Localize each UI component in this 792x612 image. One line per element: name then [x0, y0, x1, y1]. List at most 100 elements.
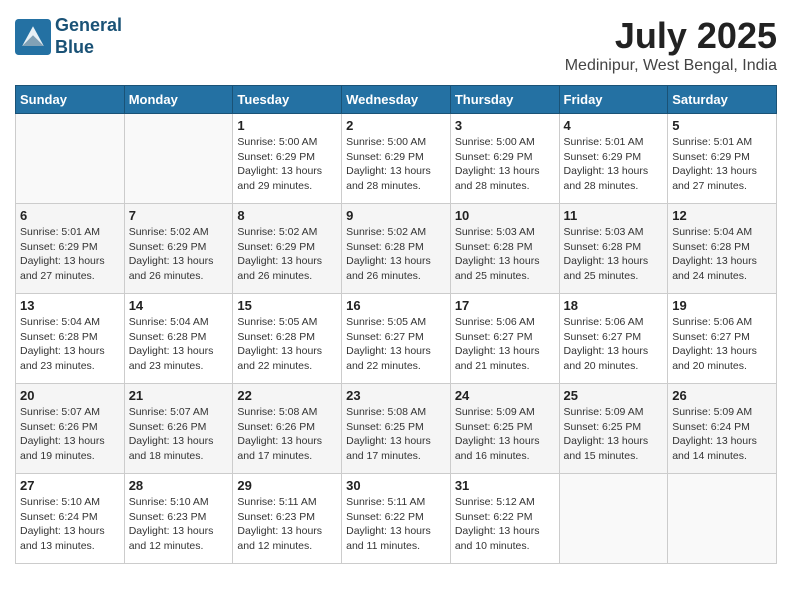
calendar-cell: 23 Sunrise: 5:08 AM Sunset: 6:25 PM Dayli…: [342, 384, 451, 474]
day-number: 10: [455, 208, 555, 223]
location: Medinipur, West Bengal, India: [565, 57, 777, 75]
day-info: Sunrise: 5:00 AM Sunset: 6:29 PM Dayligh…: [346, 135, 446, 194]
day-number: 15: [237, 298, 337, 313]
day-info: Sunrise: 5:01 AM Sunset: 6:29 PM Dayligh…: [20, 225, 120, 284]
day-info: Sunrise: 5:02 AM Sunset: 6:28 PM Dayligh…: [346, 225, 446, 284]
title-block: July 2025 Medinipur, West Bengal, India: [565, 15, 777, 75]
day-info: Sunrise: 5:02 AM Sunset: 6:29 PM Dayligh…: [129, 225, 229, 284]
calendar-cell: 14 Sunrise: 5:04 AM Sunset: 6:28 PM Dayli…: [124, 294, 233, 384]
day-info: Sunrise: 5:07 AM Sunset: 6:26 PM Dayligh…: [20, 405, 120, 464]
day-info: Sunrise: 5:12 AM Sunset: 6:22 PM Dayligh…: [455, 495, 555, 554]
calendar-cell: 29 Sunrise: 5:11 AM Sunset: 6:23 PM Dayli…: [233, 474, 342, 564]
calendar-body: 1 Sunrise: 5:00 AM Sunset: 6:29 PM Daylig…: [16, 114, 777, 564]
day-number: 24: [455, 388, 555, 403]
calendar-cell: 21 Sunrise: 5:07 AM Sunset: 6:26 PM Dayli…: [124, 384, 233, 474]
day-number: 28: [129, 478, 229, 493]
day-number: 29: [237, 478, 337, 493]
day-info: Sunrise: 5:03 AM Sunset: 6:28 PM Dayligh…: [455, 225, 555, 284]
calendar-cell: 8 Sunrise: 5:02 AM Sunset: 6:29 PM Daylig…: [233, 204, 342, 294]
calendar-cell: 13Sunrise: 5:04 AM Sunset: 6:28 PM Dayli…: [16, 294, 125, 384]
day-number: 14: [129, 298, 229, 313]
logo-line1: General: [55, 15, 122, 35]
calendar-header-row: SundayMondayTuesdayWednesdayThursdayFrid…: [16, 86, 777, 114]
day-number: 27: [20, 478, 120, 493]
day-info: Sunrise: 5:09 AM Sunset: 6:25 PM Dayligh…: [564, 405, 664, 464]
calendar-cell: 5 Sunrise: 5:01 AM Sunset: 6:29 PM Daylig…: [668, 114, 777, 204]
day-info: Sunrise: 5:01 AM Sunset: 6:29 PM Dayligh…: [564, 135, 664, 194]
day-header-sunday: Sunday: [16, 86, 125, 114]
day-info: Sunrise: 5:05 AM Sunset: 6:28 PM Dayligh…: [237, 315, 337, 374]
calendar-cell: 31Sunrise: 5:12 AM Sunset: 6:22 PM Dayli…: [450, 474, 559, 564]
day-info: Sunrise: 5:08 AM Sunset: 6:26 PM Dayligh…: [237, 405, 337, 464]
calendar-cell: 6Sunrise: 5:01 AM Sunset: 6:29 PM Daylig…: [16, 204, 125, 294]
logo-icon: [15, 19, 51, 55]
day-number: 3: [455, 118, 555, 133]
calendar-cell: 4Sunrise: 5:01 AM Sunset: 6:29 PM Daylig…: [559, 114, 668, 204]
day-number: 5: [672, 118, 772, 133]
day-header-tuesday: Tuesday: [233, 86, 342, 114]
day-number: 30: [346, 478, 446, 493]
calendar-cell: 12 Sunrise: 5:04 AM Sunset: 6:28 PM Dayli…: [668, 204, 777, 294]
day-number: 26: [672, 388, 772, 403]
day-info: Sunrise: 5:10 AM Sunset: 6:24 PM Dayligh…: [20, 495, 120, 554]
calendar-cell: 27 Sunrise: 5:10 AM Sunset: 6:24 PM Dayli…: [16, 474, 125, 564]
calendar-cell: 30 Sunrise: 5:11 AM Sunset: 6:22 PM Dayli…: [342, 474, 451, 564]
calendar-cell: 19Sunrise: 5:06 AM Sunset: 6:27 PM Dayli…: [668, 294, 777, 384]
calendar-cell: 9 Sunrise: 5:02 AM Sunset: 6:28 PM Daylig…: [342, 204, 451, 294]
day-number: 21: [129, 388, 229, 403]
calendar-cell: [559, 474, 668, 564]
calendar-week-3: 20 Sunrise: 5:07 AM Sunset: 6:26 PM Dayli…: [16, 384, 777, 474]
calendar-cell: 15 Sunrise: 5:05 AM Sunset: 6:28 PM Dayli…: [233, 294, 342, 384]
day-info: Sunrise: 5:04 AM Sunset: 6:28 PM Dayligh…: [672, 225, 772, 284]
calendar-cell: [16, 114, 125, 204]
calendar-cell: 17 Sunrise: 5:06 AM Sunset: 6:27 PM Dayli…: [450, 294, 559, 384]
calendar-week-4: 27 Sunrise: 5:10 AM Sunset: 6:24 PM Dayli…: [16, 474, 777, 564]
day-number: 2: [346, 118, 446, 133]
logo: General Blue: [15, 15, 122, 58]
day-info: Sunrise: 5:00 AM Sunset: 6:29 PM Dayligh…: [237, 135, 337, 194]
page-header: General Blue July 2025 Medinipur, West B…: [15, 15, 777, 75]
day-header-wednesday: Wednesday: [342, 86, 451, 114]
calendar-cell: 26Sunrise: 5:09 AM Sunset: 6:24 PM Dayli…: [668, 384, 777, 474]
calendar-table: SundayMondayTuesdayWednesdayThursdayFrid…: [15, 85, 777, 564]
day-info: Sunrise: 5:03 AM Sunset: 6:28 PM Dayligh…: [564, 225, 664, 284]
day-info: Sunrise: 5:11 AM Sunset: 6:22 PM Dayligh…: [346, 495, 446, 554]
day-info: Sunrise: 5:07 AM Sunset: 6:26 PM Dayligh…: [129, 405, 229, 464]
day-info: Sunrise: 5:04 AM Sunset: 6:28 PM Dayligh…: [129, 315, 229, 374]
day-number: 20: [20, 388, 120, 403]
calendar-cell: 18Sunrise: 5:06 AM Sunset: 6:27 PM Dayli…: [559, 294, 668, 384]
calendar-cell: 2 Sunrise: 5:00 AM Sunset: 6:29 PM Daylig…: [342, 114, 451, 204]
calendar-cell: 20 Sunrise: 5:07 AM Sunset: 6:26 PM Dayli…: [16, 384, 125, 474]
day-header-thursday: Thursday: [450, 86, 559, 114]
day-number: 12: [672, 208, 772, 223]
calendar-week-2: 13 Sunrise: 5:04 AM Sunset: 6:28 PM Dayli…: [16, 294, 777, 384]
calendar-cell: 24Sunrise: 5:09 AM Sunset: 6:25 PM Dayli…: [450, 384, 559, 474]
calendar-cell: 7Sunrise: 5:02 AM Sunset: 6:29 PM Daylig…: [124, 204, 233, 294]
calendar-cell: [124, 114, 233, 204]
day-number: 1: [237, 118, 337, 133]
day-number: 13: [20, 298, 120, 313]
calendar-week-1: 6Sunrise: 5:01 AM Sunset: 6:29 PM Daylig…: [16, 204, 777, 294]
calendar-week-0: 1 Sunrise: 5:00 AM Sunset: 6:29 PM Daylig…: [16, 114, 777, 204]
day-number: 23: [346, 388, 446, 403]
day-number: 11: [564, 208, 664, 223]
day-header-monday: Monday: [124, 86, 233, 114]
day-info: Sunrise: 5:01 AM Sunset: 6:29 PM Dayligh…: [672, 135, 772, 194]
calendar-cell: 22 Sunrise: 5:08 AM Sunset: 6:26 PM Dayli…: [233, 384, 342, 474]
day-number: 8: [237, 208, 337, 223]
day-info: Sunrise: 5:11 AM Sunset: 6:23 PM Dayligh…: [237, 495, 337, 554]
logo-line2: Blue: [55, 37, 94, 57]
day-info: Sunrise: 5:06 AM Sunset: 6:27 PM Dayligh…: [455, 315, 555, 374]
calendar-cell: 11 Sunrise: 5:03 AM Sunset: 6:28 PM Dayli…: [559, 204, 668, 294]
calendar-cell: 16 Sunrise: 5:05 AM Sunset: 6:27 PM Dayli…: [342, 294, 451, 384]
calendar-cell: 3Sunrise: 5:00 AM Sunset: 6:29 PM Daylig…: [450, 114, 559, 204]
calendar-cell: [668, 474, 777, 564]
day-number: 9: [346, 208, 446, 223]
day-number: 17: [455, 298, 555, 313]
day-number: 16: [346, 298, 446, 313]
day-number: 22: [237, 388, 337, 403]
day-info: Sunrise: 5:02 AM Sunset: 6:29 PM Dayligh…: [237, 225, 337, 284]
day-info: Sunrise: 5:05 AM Sunset: 6:27 PM Dayligh…: [346, 315, 446, 374]
day-info: Sunrise: 5:06 AM Sunset: 6:27 PM Dayligh…: [672, 315, 772, 374]
day-info: Sunrise: 5:08 AM Sunset: 6:25 PM Dayligh…: [346, 405, 446, 464]
